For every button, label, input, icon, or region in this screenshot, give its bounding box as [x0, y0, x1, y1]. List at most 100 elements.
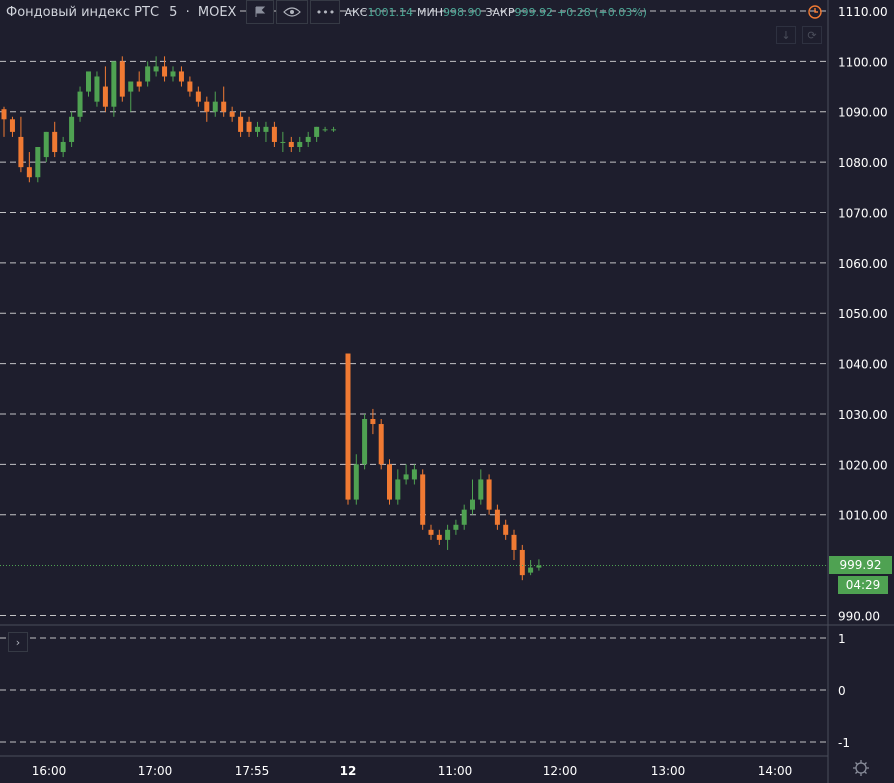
- time-tick-label: 12:00: [543, 764, 578, 778]
- price-tick-label: 1080.00: [838, 156, 888, 170]
- symbol-title[interactable]: Фондовый индекс РТС 5 · MOEX: [0, 4, 241, 20]
- close-label: ЗАКР: [485, 5, 515, 19]
- candle-body: [229, 111, 235, 117]
- candle-body: [314, 126, 320, 137]
- eye-icon: [283, 7, 302, 17]
- reset-button[interactable]: ⟳: [802, 26, 822, 44]
- time-tick-label: 14:00: [758, 764, 793, 778]
- expand-indicator-button[interactable]: ›: [8, 632, 28, 652]
- chart-background: [0, 0, 894, 783]
- candle-body: [305, 136, 311, 142]
- close-value: 999.92: [514, 5, 554, 19]
- price-tick-label: 1090.00: [838, 106, 888, 120]
- time-tick-label: 11:00: [438, 764, 473, 778]
- scroll-down-button[interactable]: ↓: [776, 26, 796, 44]
- candle-body: [187, 81, 193, 92]
- candle-body: [102, 86, 108, 107]
- ohlc-values: АКС1001.14 МИН998.90 ЗАКР999.92 +0.28 (+…: [344, 6, 647, 19]
- candle-body: [378, 424, 384, 465]
- candle-body: [204, 101, 210, 112]
- candle-body: [26, 167, 32, 178]
- price-tick-label: 990.00: [838, 609, 880, 623]
- price-tick-label: 1020.00: [838, 458, 888, 472]
- candle-body: [119, 61, 125, 97]
- candle-body: [288, 141, 294, 147]
- candle-body: [362, 418, 368, 465]
- candle-body: [461, 509, 467, 525]
- candle-body: [470, 499, 475, 510]
- candle-body: [353, 464, 359, 500]
- price-tick-label: 1050.00: [838, 307, 888, 321]
- price-tick-label: 1040.00: [838, 358, 888, 372]
- candle-body: [238, 116, 244, 132]
- candle-body: [280, 141, 286, 143]
- candle-body: [136, 81, 142, 87]
- candle-body: [445, 529, 451, 540]
- flag-button[interactable]: [246, 0, 275, 24]
- candle-body: [246, 121, 252, 132]
- candle-body: [511, 534, 517, 550]
- candle-body: [212, 101, 218, 112]
- symbol-legend: Фондовый индекс РТС 5 · MOEX ••• АКС1001…: [0, 0, 647, 24]
- candle-body: [128, 81, 134, 92]
- candle-body: [395, 479, 401, 500]
- separator-dot: ·: [185, 4, 190, 20]
- candle-body: [178, 71, 184, 82]
- candle-body: [297, 141, 303, 147]
- candle-body: [221, 101, 227, 112]
- candle-body: [345, 353, 351, 500]
- candle-body: [1, 109, 7, 120]
- last-price-badge: 999.92: [829, 556, 892, 575]
- visibility-button[interactable]: [276, 0, 309, 24]
- price-tick-label: 1100.00: [838, 55, 888, 69]
- candle-body: [322, 129, 328, 131]
- candle-body: [111, 61, 117, 107]
- time-tick-label: 13:00: [651, 764, 686, 778]
- arrow-down-icon: ↓: [781, 28, 791, 42]
- candle-body: [35, 146, 41, 178]
- indicator-tick-label: 0: [838, 684, 846, 698]
- price-tick-label: 1060.00: [838, 257, 888, 271]
- candle-body: [94, 76, 100, 102]
- candle-body: [162, 66, 168, 77]
- more-icon: •••: [315, 5, 336, 19]
- symbol-name: Фондовый индекс РТС: [6, 4, 160, 20]
- time-tick-label: 16:00: [32, 764, 67, 778]
- candle-body: [52, 131, 58, 153]
- candle-body: [60, 141, 66, 153]
- candle-body: [403, 474, 409, 480]
- price-chart[interactable]: 1110.00 1100.00 1090.00 1080.00 1070.00 1060.…: [0, 0, 894, 783]
- symbol-exchange: MOEX: [197, 4, 237, 20]
- candle-body: [18, 136, 24, 168]
- candle-body: [486, 479, 492, 510]
- time-tick-label: 17:55: [235, 764, 270, 778]
- candle-body: [428, 529, 434, 535]
- candle-body: [494, 509, 500, 525]
- candle-body: [411, 469, 417, 480]
- high-value: 1001.14: [367, 5, 413, 19]
- candle-body: [153, 66, 159, 72]
- pane-buttons: ↓ ⟳: [776, 26, 822, 44]
- candle-body: [9, 119, 15, 132]
- price-tick-label: 1070.00: [838, 206, 888, 220]
- high-label: АКС: [344, 5, 368, 19]
- candle-body: [387, 464, 392, 500]
- price-tick-label: 1030.00: [838, 408, 888, 422]
- candle-body: [271, 126, 277, 142]
- low-label: МИН: [416, 5, 443, 19]
- candle-body: [77, 91, 83, 117]
- flag-icon: [255, 6, 266, 17]
- candle-body: [370, 418, 376, 425]
- low-value: 998.90: [442, 5, 482, 19]
- symbol-interval: 5: [169, 4, 178, 20]
- candle-body: [420, 474, 426, 525]
- candle-body: [478, 479, 484, 500]
- candle-body: [145, 66, 151, 82]
- countdown-badge: 04:29: [838, 576, 888, 595]
- price-tick-label: 1110.00: [838, 5, 888, 19]
- candle-body: [519, 549, 525, 576]
- refresh-icon: ⟳: [807, 28, 817, 42]
- more-button[interactable]: •••: [310, 0, 341, 24]
- candle-body: [263, 126, 269, 132]
- change-value: +0.28 (+0.03%): [557, 5, 647, 19]
